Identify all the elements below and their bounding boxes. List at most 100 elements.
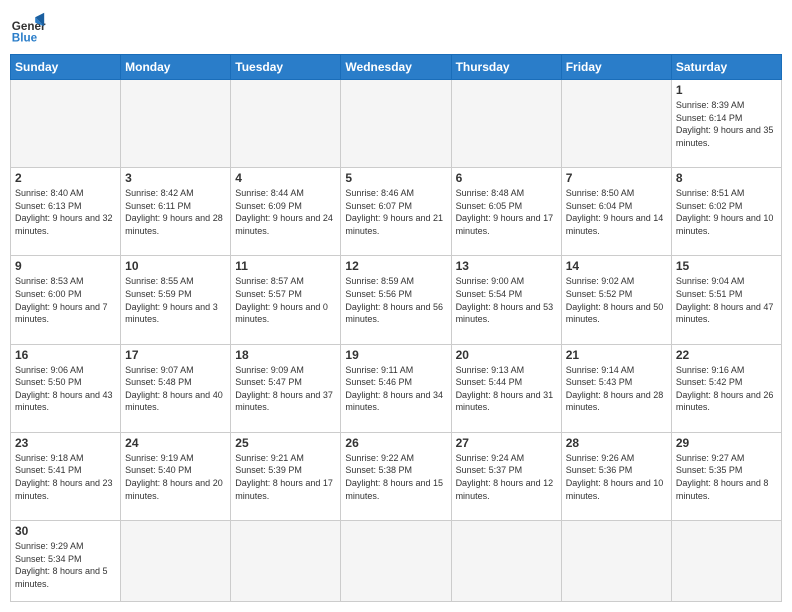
calendar-cell — [231, 521, 341, 602]
calendar-cell — [451, 80, 561, 168]
day-number: 11 — [235, 259, 336, 273]
day-number: 28 — [566, 436, 667, 450]
weekday-header-sunday: Sunday — [11, 55, 121, 80]
calendar-cell: 10 Sunrise: 8:55 AM Sunset: 5:59 PM Dayli… — [121, 256, 231, 344]
day-info: Sunrise: 9:27 AM Sunset: 5:35 PM Dayligh… — [676, 452, 777, 502]
weekday-header-monday: Monday — [121, 55, 231, 80]
calendar-week-row: 9 Sunrise: 8:53 AM Sunset: 6:00 PM Daylig… — [11, 256, 782, 344]
calendar-cell — [561, 521, 671, 602]
day-number: 9 — [15, 259, 116, 273]
day-info: Sunrise: 9:06 AM Sunset: 5:50 PM Dayligh… — [15, 364, 116, 414]
day-number: 27 — [456, 436, 557, 450]
day-number: 1 — [676, 83, 777, 97]
day-info: Sunrise: 9:18 AM Sunset: 5:41 PM Dayligh… — [15, 452, 116, 502]
page: General Blue SundayMondayTuesdayWednesda… — [0, 0, 792, 612]
calendar-week-row: 1 Sunrise: 8:39 AM Sunset: 6:14 PM Daylig… — [11, 80, 782, 168]
calendar-cell: 21 Sunrise: 9:14 AM Sunset: 5:43 PM Dayli… — [561, 344, 671, 432]
calendar-cell: 18 Sunrise: 9:09 AM Sunset: 5:47 PM Dayli… — [231, 344, 341, 432]
day-number: 8 — [676, 171, 777, 185]
day-info: Sunrise: 8:55 AM Sunset: 5:59 PM Dayligh… — [125, 275, 226, 325]
day-number: 14 — [566, 259, 667, 273]
day-info: Sunrise: 8:48 AM Sunset: 6:05 PM Dayligh… — [456, 187, 557, 237]
calendar-cell: 26Sunrise: 9:22 AM Sunset: 5:38 PM Dayli… — [341, 432, 451, 520]
day-number: 15 — [676, 259, 777, 273]
calendar-cell: 25 Sunrise: 9:21 AM Sunset: 5:39 PM Dayli… — [231, 432, 341, 520]
calendar-cell: 29 Sunrise: 9:27 AM Sunset: 5:35 PM Dayli… — [671, 432, 781, 520]
day-number: 23 — [15, 436, 116, 450]
day-number: 21 — [566, 348, 667, 362]
calendar-cell — [121, 80, 231, 168]
day-number: 20 — [456, 348, 557, 362]
day-number: 18 — [235, 348, 336, 362]
day-info: Sunrise: 9:16 AM Sunset: 5:42 PM Dayligh… — [676, 364, 777, 414]
weekday-header-row: SundayMondayTuesdayWednesdayThursdayFrid… — [11, 55, 782, 80]
weekday-header-thursday: Thursday — [451, 55, 561, 80]
day-number: 10 — [125, 259, 226, 273]
day-info: Sunrise: 8:53 AM Sunset: 6:00 PM Dayligh… — [15, 275, 116, 325]
weekday-header-friday: Friday — [561, 55, 671, 80]
calendar-cell: 9 Sunrise: 8:53 AM Sunset: 6:00 PM Daylig… — [11, 256, 121, 344]
calendar-cell — [341, 80, 451, 168]
day-number: 3 — [125, 171, 226, 185]
calendar-cell: 20Sunrise: 9:13 AM Sunset: 5:44 PM Dayli… — [451, 344, 561, 432]
calendar-cell: 28Sunrise: 9:26 AM Sunset: 5:36 PM Dayli… — [561, 432, 671, 520]
calendar-cell: 2Sunrise: 8:40 AM Sunset: 6:13 PM Daylig… — [11, 168, 121, 256]
calendar-cell: 23 Sunrise: 9:18 AM Sunset: 5:41 PM Dayli… — [11, 432, 121, 520]
day-info: Sunrise: 8:57 AM Sunset: 5:57 PM Dayligh… — [235, 275, 336, 325]
day-info: Sunrise: 9:11 AM Sunset: 5:46 PM Dayligh… — [345, 364, 446, 414]
day-number: 6 — [456, 171, 557, 185]
day-info: Sunrise: 8:46 AM Sunset: 6:07 PM Dayligh… — [345, 187, 446, 237]
logo-icon: General Blue — [10, 10, 46, 46]
day-info: Sunrise: 8:39 AM Sunset: 6:14 PM Dayligh… — [676, 99, 777, 149]
calendar-cell — [561, 80, 671, 168]
day-info: Sunrise: 9:21 AM Sunset: 5:39 PM Dayligh… — [235, 452, 336, 502]
calendar-week-row: 2Sunrise: 8:40 AM Sunset: 6:13 PM Daylig… — [11, 168, 782, 256]
day-info: Sunrise: 8:40 AM Sunset: 6:13 PM Dayligh… — [15, 187, 116, 237]
day-info: Sunrise: 8:51 AM Sunset: 6:02 PM Dayligh… — [676, 187, 777, 237]
calendar-cell: 7Sunrise: 8:50 AM Sunset: 6:04 PM Daylig… — [561, 168, 671, 256]
calendar-cell — [341, 521, 451, 602]
day-number: 29 — [676, 436, 777, 450]
day-number: 4 — [235, 171, 336, 185]
calendar-cell: 5Sunrise: 8:46 AM Sunset: 6:07 PM Daylig… — [341, 168, 451, 256]
calendar-cell: 11 Sunrise: 8:57 AM Sunset: 5:57 PM Dayli… — [231, 256, 341, 344]
day-info: Sunrise: 8:59 AM Sunset: 5:56 PM Dayligh… — [345, 275, 446, 325]
day-info: Sunrise: 9:22 AM Sunset: 5:38 PM Dayligh… — [345, 452, 446, 502]
calendar-cell: 12 Sunrise: 8:59 AM Sunset: 5:56 PM Dayli… — [341, 256, 451, 344]
calendar-cell: 19Sunrise: 9:11 AM Sunset: 5:46 PM Dayli… — [341, 344, 451, 432]
calendar-cell: 27Sunrise: 9:24 AM Sunset: 5:37 PM Dayli… — [451, 432, 561, 520]
calendar-cell: 30Sunrise: 9:29 AM Sunset: 5:34 PM Dayli… — [11, 521, 121, 602]
calendar-cell: 1 Sunrise: 8:39 AM Sunset: 6:14 PM Daylig… — [671, 80, 781, 168]
day-info: Sunrise: 9:02 AM Sunset: 5:52 PM Dayligh… — [566, 275, 667, 325]
calendar-cell: 15Sunrise: 9:04 AM Sunset: 5:51 PM Dayli… — [671, 256, 781, 344]
svg-text:Blue: Blue — [12, 32, 38, 45]
day-info: Sunrise: 9:19 AM Sunset: 5:40 PM Dayligh… — [125, 452, 226, 502]
day-info: Sunrise: 9:14 AM Sunset: 5:43 PM Dayligh… — [566, 364, 667, 414]
calendar-cell: 6 Sunrise: 8:48 AM Sunset: 6:05 PM Daylig… — [451, 168, 561, 256]
calendar-cell: 16 Sunrise: 9:06 AM Sunset: 5:50 PM Dayli… — [11, 344, 121, 432]
day-number: 12 — [345, 259, 446, 273]
weekday-header-tuesday: Tuesday — [231, 55, 341, 80]
calendar-cell — [121, 521, 231, 602]
day-number: 7 — [566, 171, 667, 185]
day-info: Sunrise: 8:44 AM Sunset: 6:09 PM Dayligh… — [235, 187, 336, 237]
calendar-cell: 22 Sunrise: 9:16 AM Sunset: 5:42 PM Dayli… — [671, 344, 781, 432]
calendar-cell — [231, 80, 341, 168]
day-number: 25 — [235, 436, 336, 450]
calendar-cell — [671, 521, 781, 602]
weekday-header-saturday: Saturday — [671, 55, 781, 80]
calendar-cell — [451, 521, 561, 602]
day-info: Sunrise: 9:00 AM Sunset: 5:54 PM Dayligh… — [456, 275, 557, 325]
day-info: Sunrise: 9:29 AM Sunset: 5:34 PM Dayligh… — [15, 540, 116, 590]
day-info: Sunrise: 8:42 AM Sunset: 6:11 PM Dayligh… — [125, 187, 226, 237]
weekday-header-wednesday: Wednesday — [341, 55, 451, 80]
day-number: 16 — [15, 348, 116, 362]
calendar-cell: 14 Sunrise: 9:02 AM Sunset: 5:52 PM Dayli… — [561, 256, 671, 344]
calendar-cell: 4 Sunrise: 8:44 AM Sunset: 6:09 PM Daylig… — [231, 168, 341, 256]
calendar-cell: 8 Sunrise: 8:51 AM Sunset: 6:02 PM Daylig… — [671, 168, 781, 256]
day-number: 13 — [456, 259, 557, 273]
day-info: Sunrise: 9:07 AM Sunset: 5:48 PM Dayligh… — [125, 364, 226, 414]
calendar-cell — [11, 80, 121, 168]
day-info: Sunrise: 9:09 AM Sunset: 5:47 PM Dayligh… — [235, 364, 336, 414]
day-number: 22 — [676, 348, 777, 362]
